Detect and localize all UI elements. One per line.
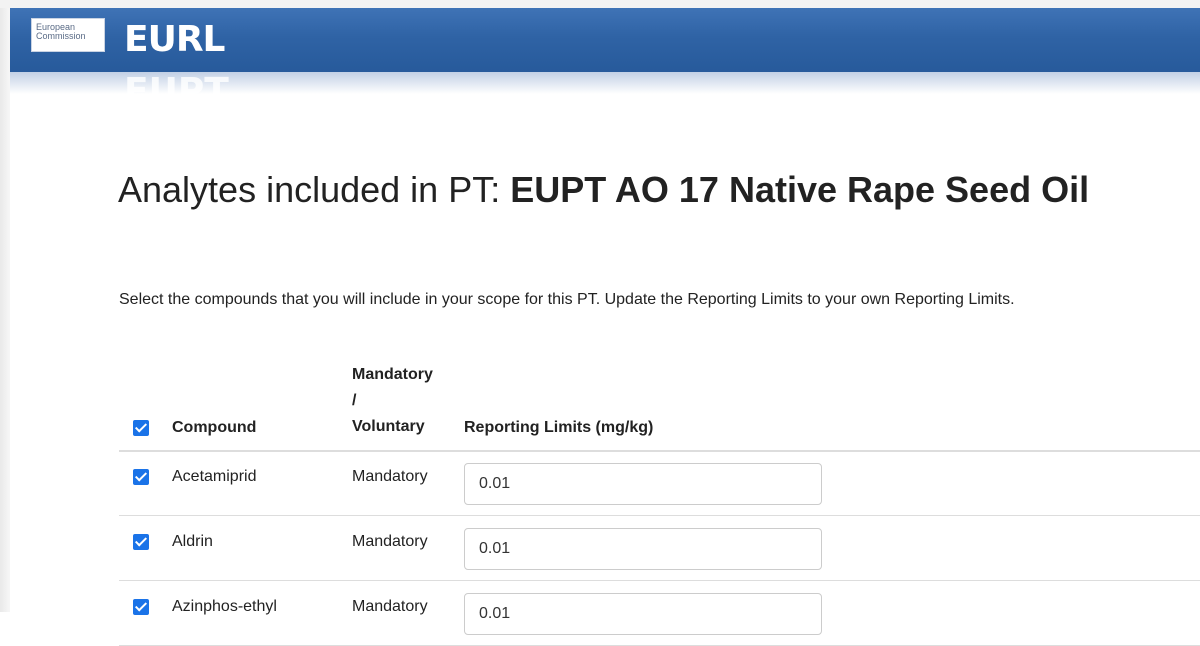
mandatory-status: Mandatory	[352, 468, 428, 485]
mandatory-status: Mandatory	[352, 598, 428, 615]
logo-line-2: Commission	[36, 31, 86, 41]
compound-name: Acetamiprid	[172, 468, 257, 485]
table-row: Aldrin Mandatory	[119, 516, 1200, 581]
column-header-mandatory-voluntary: Mandatory / Voluntary	[352, 364, 433, 438]
column-header-mandatory-line1: Mandatory	[352, 366, 433, 383]
table-row: Azinphos-ethyl Mandatory	[119, 581, 1200, 646]
reporting-limit-input[interactable]	[464, 463, 822, 505]
instructions-text: Select the compounds that you will inclu…	[119, 291, 1015, 308]
row-checkbox[interactable]	[133, 469, 149, 485]
column-header-mandatory-line2: /	[352, 392, 357, 409]
page-title-pt-name: EUPT AO 17 Native Rape Seed Oil	[510, 169, 1090, 210]
compound-name: Aldrin	[172, 533, 213, 550]
reporting-limit-input[interactable]	[464, 593, 822, 635]
select-all-checkbox[interactable]	[133, 420, 149, 436]
column-header-reporting-limits: Reporting Limits (mg/kg)	[464, 419, 654, 436]
row-checkbox[interactable]	[133, 534, 149, 550]
site-name[interactable]: EURL	[124, 20, 225, 60]
left-edge-shade	[0, 8, 10, 612]
reporting-limit-input[interactable]	[464, 528, 822, 570]
column-header-compound: Compound	[172, 419, 257, 436]
table-row: Acetamiprid Mandatory	[119, 451, 1200, 516]
row-checkbox[interactable]	[133, 599, 149, 615]
european-commission-logo[interactable]: European Commission	[31, 18, 105, 52]
page-title: Analytes included in PT: EUPT AO 17 Nati…	[118, 166, 1128, 213]
mandatory-status: Mandatory	[352, 533, 428, 550]
table-header: Compound Mandatory / Voluntary Reporting…	[119, 362, 1200, 452]
page-title-prefix: Analytes included in PT:	[118, 169, 511, 210]
column-header-mandatory-line3: Voluntary	[352, 418, 425, 435]
compound-name: Azinphos-ethyl	[172, 598, 277, 615]
site-name-cut: EUPT	[124, 74, 244, 94]
